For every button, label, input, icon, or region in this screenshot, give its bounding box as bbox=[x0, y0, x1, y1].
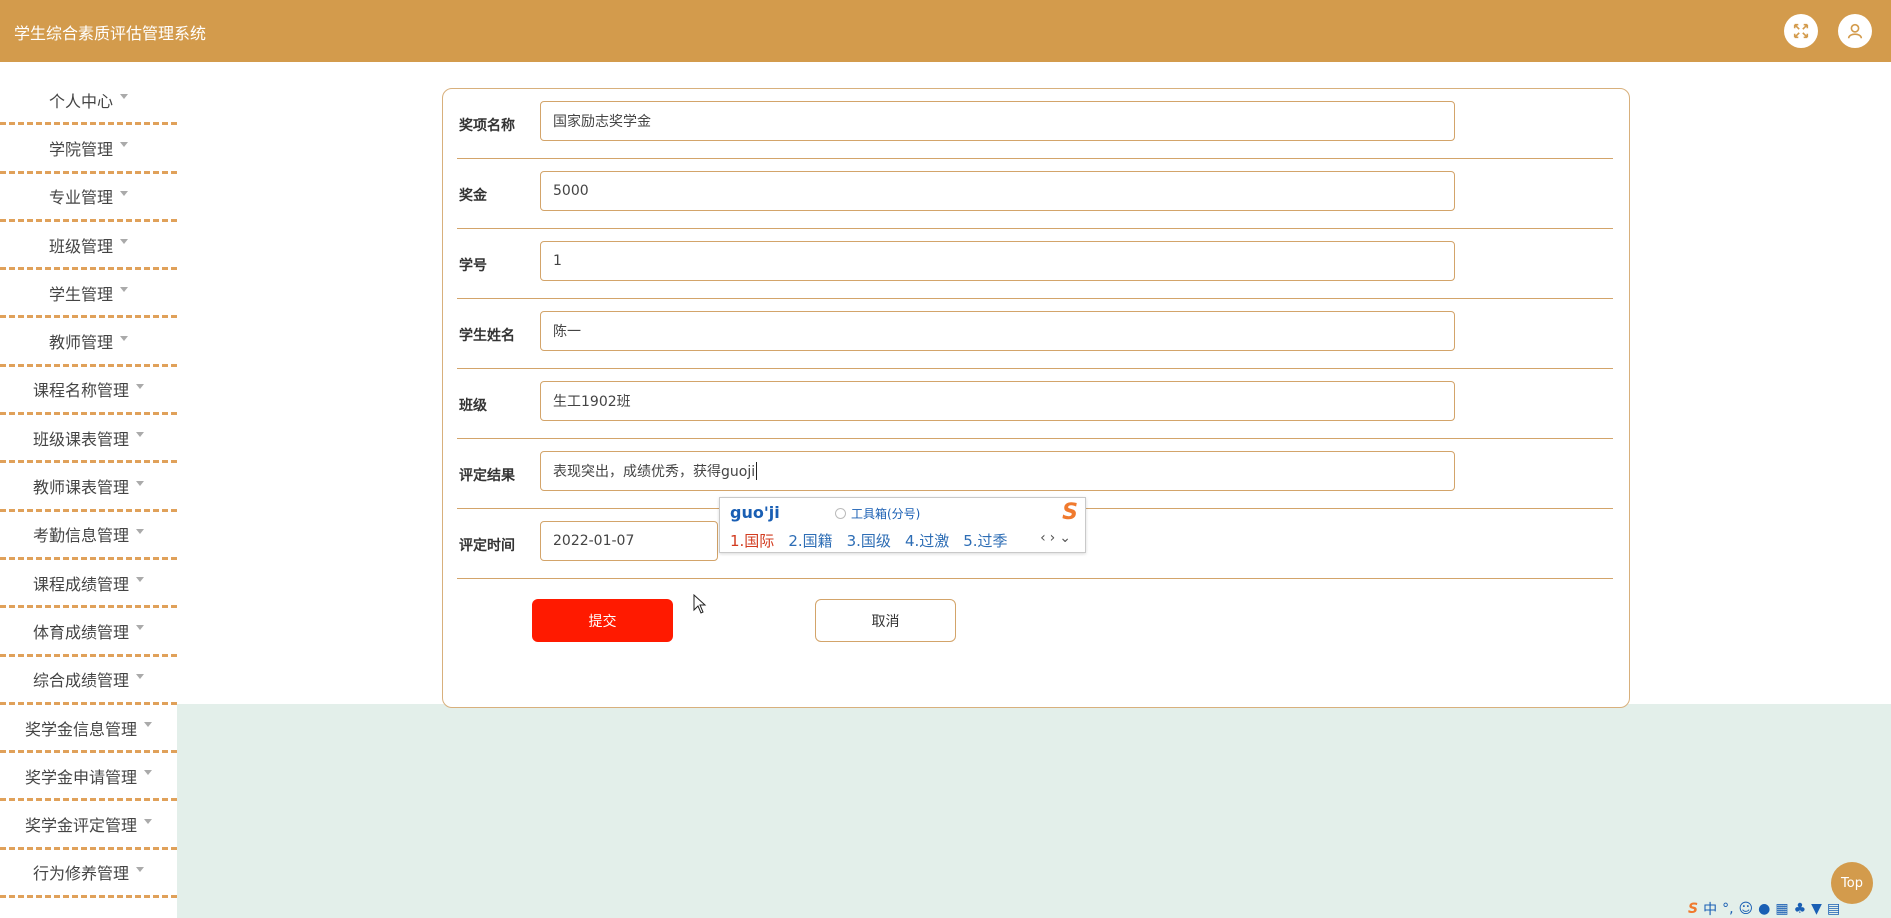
submit-button[interactable]: 提交 bbox=[532, 599, 673, 642]
sidebar-item-pe-score[interactable]: 体育成绩管理 bbox=[0, 608, 177, 657]
ime-lang-indicator[interactable]: 中 bbox=[1703, 899, 1717, 918]
sidebar-item-class[interactable]: 班级管理 bbox=[0, 222, 177, 271]
caret-down-icon bbox=[136, 480, 144, 486]
caret-down-icon bbox=[144, 818, 152, 824]
caret-down-icon bbox=[136, 625, 144, 631]
form-row-class: 班级 生工1902班 bbox=[457, 369, 1613, 439]
ime-pinyin: guo'ji bbox=[730, 503, 780, 522]
sidebar-item-student[interactable]: 学生管理 bbox=[0, 270, 177, 319]
ime-page-nav[interactable]: ‹›⌄ bbox=[1040, 530, 1075, 546]
sidebar-item-scholarship-info[interactable]: 奖学金信息管理 bbox=[0, 705, 177, 754]
sidebar-item-course-name[interactable]: 课程名称管理 bbox=[0, 367, 177, 416]
evaluation-result-text: 表现突出，成绩优秀，获得guoji bbox=[553, 464, 756, 480]
caret-down-icon bbox=[120, 335, 128, 341]
emoji-icon[interactable]: ☺ bbox=[1739, 901, 1754, 917]
ime-candidate[interactable]: 4.过激 bbox=[905, 530, 949, 551]
caret-down-icon bbox=[120, 142, 128, 148]
sidebar-item-college[interactable]: 学院管理 bbox=[0, 125, 177, 174]
form-row-student-name: 学生姓名 陈一 bbox=[457, 299, 1613, 369]
fullscreen-icon[interactable] bbox=[1784, 14, 1818, 48]
caret-down-icon bbox=[136, 528, 144, 534]
sidebar-item-scholarship-apply[interactable]: 奖学金申请管理 bbox=[0, 753, 177, 802]
sidebar-item-teacher[interactable]: 教师管理 bbox=[0, 318, 177, 367]
scholarship-review-form: 奖项名称 国家励志奖学金 奖金 5000 学号 1 学生姓名 陈一 班级 生工1… bbox=[442, 88, 1630, 708]
ime-candidate-popup: guo'ji 工具箱(分号) S 1.国际 2.国籍 3.国级 4.过激 5.过… bbox=[719, 497, 1086, 553]
sidebar-menu: 个人中心 学院管理 专业管理 班级管理 学生管理 教师管理 课程名称管理 班级课… bbox=[0, 77, 177, 899]
caret-down-icon bbox=[136, 866, 144, 872]
caret-down-icon bbox=[120, 190, 128, 196]
form-row-award-name: 奖项名称 国家励志奖学金 bbox=[457, 89, 1613, 159]
sidebar-item-scholarship-review[interactable]: 奖学金评定管理 bbox=[0, 801, 177, 850]
sidebar-item-behavior[interactable]: 行为修养管理 bbox=[0, 850, 177, 899]
sidebar-item-major[interactable]: 专业管理 bbox=[0, 174, 177, 222]
form-row-student-id: 学号 1 bbox=[457, 229, 1613, 299]
class-field[interactable]: 生工1902班 bbox=[540, 381, 1455, 421]
app-title: 学生综合素质评估管理系统 bbox=[14, 24, 207, 43]
toolbox-icon[interactable]: ▤ bbox=[1827, 901, 1840, 917]
sidebar-item-teacher-schedule[interactable]: 教师课表管理 bbox=[0, 463, 177, 512]
top-header: 学生综合素质评估管理系统 bbox=[0, 0, 1891, 62]
student-name-field[interactable]: 陈一 bbox=[540, 311, 1455, 351]
caret-down-icon bbox=[120, 239, 128, 245]
bonus-field[interactable]: 5000 bbox=[540, 171, 1455, 211]
ime-candidate[interactable]: 3.国级 bbox=[847, 530, 891, 551]
caret-down-icon bbox=[136, 673, 144, 679]
microphone-icon[interactable]: ● bbox=[1758, 901, 1770, 917]
info-icon bbox=[835, 508, 846, 519]
evaluation-date-field[interactable]: 2022-01-07 bbox=[540, 521, 718, 561]
sidebar-item-course-score[interactable]: 课程成绩管理 bbox=[0, 560, 177, 609]
ime-candidates: 1.国际 2.国籍 3.国级 4.过激 5.过季 bbox=[730, 530, 1008, 551]
ime-candidate[interactable]: 1.国际 bbox=[730, 530, 774, 551]
sidebar-item-personal-center[interactable]: 个人中心 bbox=[0, 77, 177, 126]
shirt-icon[interactable]: ▼ bbox=[1811, 901, 1822, 917]
caret-down-icon bbox=[120, 287, 128, 293]
caret-down-icon bbox=[144, 722, 152, 727]
punctuation-icon[interactable]: °, bbox=[1722, 901, 1733, 917]
text-cursor bbox=[756, 462, 758, 480]
sogou-logo-icon: S bbox=[1062, 500, 1078, 525]
ime-toolbox[interactable]: 工具箱(分号) bbox=[835, 505, 920, 522]
sidebar-item-overall-score[interactable]: 综合成绩管理 bbox=[0, 657, 177, 705]
ime-candidate[interactable]: 5.过季 bbox=[963, 530, 1007, 551]
caret-down-icon bbox=[136, 432, 144, 438]
skin-icon[interactable]: ♣ bbox=[1794, 901, 1807, 917]
caret-down-icon bbox=[120, 94, 128, 100]
keyboard-icon[interactable]: ▦ bbox=[1775, 901, 1788, 917]
content-background bbox=[177, 704, 1891, 918]
caret-down-icon bbox=[144, 770, 152, 776]
sidebar-item-class-schedule[interactable]: 班级课表管理 bbox=[0, 415, 177, 464]
evaluation-result-field[interactable]: 表现突出，成绩优秀，获得guoji bbox=[540, 451, 1455, 491]
form-row-bonus: 奖金 5000 bbox=[457, 159, 1613, 229]
sogou-tray-icon: S bbox=[1688, 900, 1699, 917]
mouse-cursor-icon bbox=[693, 594, 707, 614]
ime-status-tray: S 中 °, ☺ ● ▦ ♣ ▼ ▤ bbox=[1688, 899, 1840, 918]
caret-down-icon bbox=[136, 383, 144, 389]
sidebar-item-attendance[interactable]: 考勤信息管理 bbox=[0, 512, 177, 560]
ime-candidate[interactable]: 2.国籍 bbox=[788, 530, 832, 551]
back-to-top-button[interactable]: Top bbox=[1831, 862, 1873, 904]
student-id-field[interactable]: 1 bbox=[540, 241, 1455, 281]
cancel-button[interactable]: 取消 bbox=[815, 599, 956, 642]
caret-down-icon bbox=[136, 577, 144, 583]
award-name-field[interactable]: 国家励志奖学金 bbox=[540, 101, 1455, 141]
user-icon[interactable] bbox=[1838, 14, 1872, 48]
